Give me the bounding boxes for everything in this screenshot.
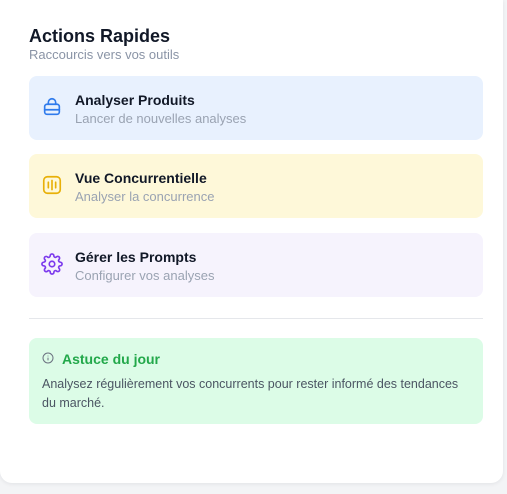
action-label: Analyser Produits [75, 92, 195, 108]
tip-title: Astuce du jour [62, 351, 161, 367]
shopping-bag-icon [43, 97, 61, 116]
action-label: Vue Concurrentielle [75, 170, 207, 186]
panel-title: Actions Rapides [29, 26, 171, 46]
panel-subtitle: Raccourcis vers vos outils [29, 47, 180, 62]
info-icon [42, 352, 54, 364]
action-label: Gérer les Prompts [75, 249, 197, 265]
action-description: Analyser la concurrence [75, 189, 215, 204]
quick-actions-card: Actions Rapides Raccourcis vers vos outi… [0, 0, 503, 483]
divider [29, 318, 483, 319]
audio-compare-icon [42, 175, 62, 195]
tip-text: Analysez régulièrement vos concurrents p… [42, 377, 459, 410]
action-description: Configurer vos analyses [75, 268, 215, 283]
gear-icon [41, 253, 63, 275]
action-analyze-products[interactable]: Analyser Produits Lancer de nouvelles an… [29, 76, 483, 140]
action-manage-prompts[interactable]: Gérer les Prompts Configurer vos analyse… [29, 233, 483, 297]
action-description: Lancer de nouvelles analyses [75, 111, 247, 126]
tip-of-the-day: Astuce du jour Analysez régulièrement vo… [29, 338, 483, 424]
action-competitive-view[interactable]: Vue Concurrentielle Analyser la concurre… [29, 154, 483, 218]
